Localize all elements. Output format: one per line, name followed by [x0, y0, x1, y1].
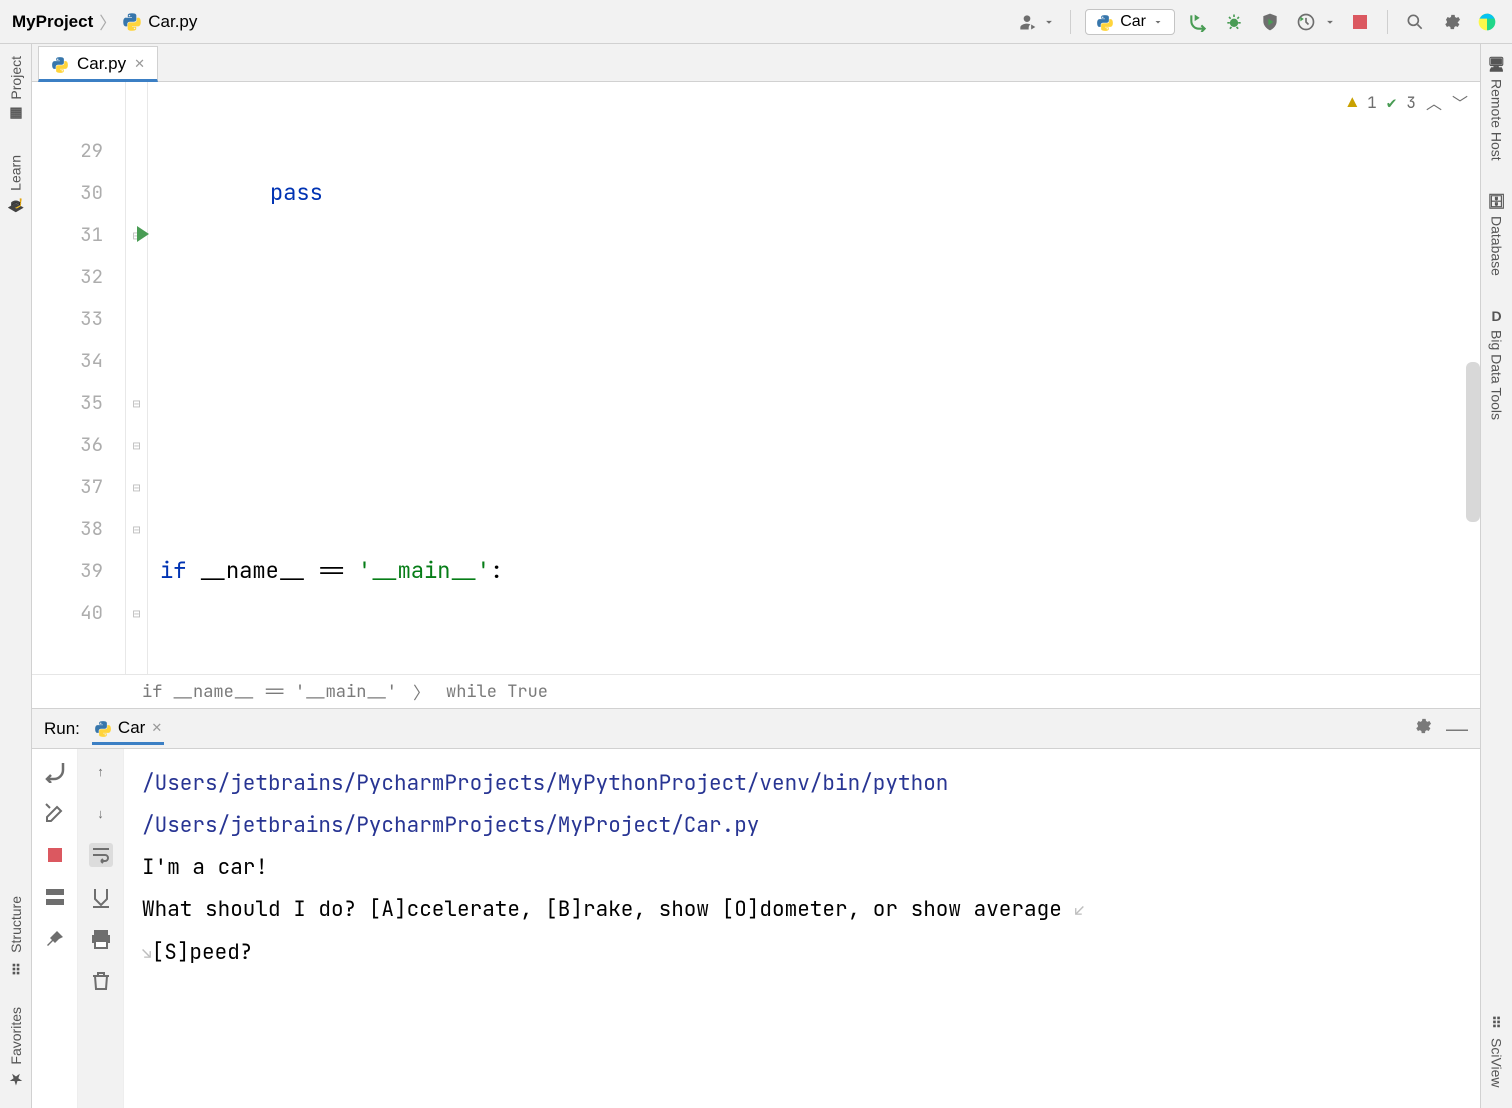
line-number-gutter[interactable]: 29 30 31 32 33 34 35 36 37 38 39 40 — [32, 82, 126, 674]
prev-highlight-icon[interactable]: ︿ — [1426, 90, 1442, 114]
tool-window-remote-host[interactable]: 🖥Remote Host — [1488, 50, 1506, 167]
tool-window-favorites[interactable]: ★Favorites — [8, 1001, 24, 1094]
python-file-icon — [51, 55, 69, 73]
code-breadcrumbs[interactable]: if __name__ == '__main__'〉while True — [32, 674, 1480, 708]
left-tool-rail: ▦Project 🎓Learn ⠿Structure ★Favorites — [0, 44, 32, 1108]
editor-tab-label: Car.py — [77, 54, 126, 74]
right-tool-rail: 🖥Remote Host 🗄Database DBig Data Tools ⠿… — [1480, 44, 1512, 1108]
tool-window-database[interactable]: 🗄Database — [1488, 187, 1506, 282]
editor-tab-car[interactable]: Car.py ✕ — [38, 46, 158, 82]
profile-button[interactable] — [1293, 9, 1319, 35]
run-with-coverage-button[interactable] — [1257, 9, 1283, 35]
ok-icon: ✔ — [1387, 92, 1397, 113]
tool-window-structure[interactable]: ⠿Structure — [8, 890, 24, 982]
close-tab-icon[interactable]: ✕ — [134, 56, 145, 72]
more-run-options-icon[interactable] — [1323, 9, 1337, 35]
delete-icon[interactable] — [89, 969, 113, 993]
edit-config-icon[interactable] — [43, 801, 67, 825]
soft-wrap-arrow-icon: ↘ — [142, 943, 152, 964]
code-with-me-icon[interactable] — [1014, 9, 1040, 35]
breadcrumb-project[interactable]: MyProject — [12, 12, 93, 32]
python-file-icon — [94, 719, 112, 737]
hide-run-icon[interactable]: — — [1446, 716, 1468, 742]
run-settings-icon[interactable] — [1412, 716, 1432, 742]
inspection-widget[interactable]: ▲1 ✔3 ︿ ﹀ — [1348, 90, 1469, 114]
stop-run-icon[interactable] — [43, 843, 67, 867]
run-tab-car[interactable]: Car ✕ — [92, 712, 164, 745]
tool-window-learn[interactable]: 🎓Learn — [7, 149, 24, 220]
pin-icon[interactable] — [43, 927, 67, 951]
code-with-me-dropdown-icon[interactable] — [1042, 9, 1056, 35]
breadcrumb-file[interactable]: Car.py — [148, 12, 197, 32]
stop-button[interactable] — [1347, 9, 1373, 35]
scroll-to-end-icon[interactable] — [89, 885, 113, 909]
editor-scrollbar[interactable] — [1466, 362, 1480, 522]
breadcrumb-separator: 〉 — [99, 9, 116, 34]
navigation-bar: MyProject 〉 Car.py Car — [0, 0, 1512, 44]
debug-button[interactable] — [1221, 9, 1247, 35]
python-file-icon — [122, 12, 142, 32]
console-output[interactable]: /Users/jetbrains/PycharmProjects/MyPytho… — [124, 749, 1480, 1108]
soft-wrap-arrow-icon: ↙ — [1074, 900, 1084, 921]
next-highlight-icon[interactable]: ﹀ — [1452, 90, 1468, 114]
close-run-tab-icon[interactable]: ✕ — [151, 720, 162, 736]
console-actions-column: ↑ ↓ — [78, 749, 124, 1108]
fold-gutter[interactable]: ⊟ ⊟⊟⊟ ⊟⊟ — [126, 82, 148, 674]
down-stack-icon[interactable]: ↓ — [89, 801, 113, 825]
search-everywhere-button[interactable] — [1402, 9, 1428, 35]
print-icon[interactable] — [89, 927, 113, 951]
editor-tabs: Car.py ✕ — [32, 44, 1480, 82]
run-tool-window: Run: Car ✕ — — [32, 708, 1480, 1108]
tool-window-sciview[interactable]: ⠿SciView — [1489, 1009, 1505, 1094]
up-stack-icon[interactable]: ↑ — [89, 759, 113, 783]
editor[interactable]: 29 30 31 32 33 34 35 36 37 38 39 40 ⊟ ⊟⊟… — [32, 82, 1480, 674]
layout-icon[interactable] — [43, 885, 67, 909]
run-configuration-selector[interactable]: Car — [1085, 9, 1175, 35]
tool-window-big-data[interactable]: DBig Data Tools — [1489, 302, 1505, 426]
warning-icon: ▲ — [1348, 92, 1358, 113]
code-area[interactable]: pass if __name__ == '__main__': my_car =… — [148, 82, 1480, 674]
pycharm-help-icon[interactable] — [1474, 9, 1500, 35]
settings-button[interactable] — [1438, 9, 1464, 35]
soft-wrap-icon[interactable] — [89, 843, 113, 867]
tool-window-project[interactable]: ▦Project — [8, 50, 24, 129]
rerun-icon[interactable] — [43, 759, 67, 783]
run-button[interactable] — [1185, 9, 1211, 35]
run-tool-title: Run: — [44, 719, 80, 739]
run-actions-column — [32, 749, 78, 1108]
